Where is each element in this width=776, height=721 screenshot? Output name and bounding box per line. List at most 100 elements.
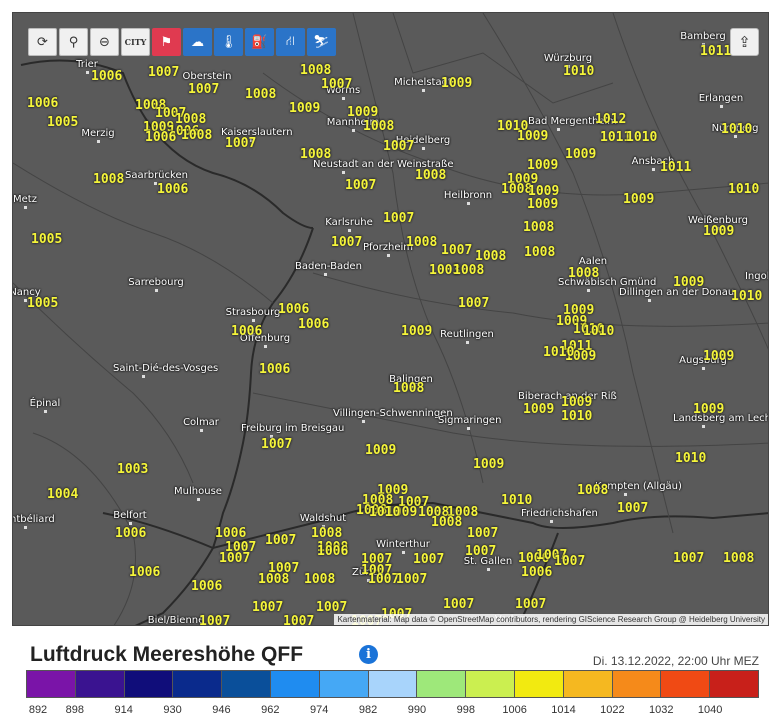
pressure-reading[interactable]: 1009 bbox=[523, 403, 554, 417]
pressure-reading[interactable]: 1009 bbox=[441, 77, 472, 91]
pressure-reading[interactable]: 1005 bbox=[47, 116, 78, 130]
pressure-reading[interactable]: 1008 bbox=[363, 120, 394, 134]
pressure-reading[interactable]: 1009 bbox=[673, 276, 704, 290]
pressure-reading[interactable]: 1008 bbox=[523, 221, 554, 235]
pressure-reading[interactable]: 1008 bbox=[568, 267, 599, 281]
pressure-reading[interactable]: 1010 bbox=[675, 452, 706, 466]
pressure-reading[interactable]: 1007 bbox=[219, 552, 250, 566]
pressure-reading[interactable]: 1008 bbox=[304, 573, 335, 587]
pressure-reading[interactable]: 1007 bbox=[316, 601, 347, 615]
pressure-reading[interactable]: 1010 bbox=[501, 494, 532, 508]
pressure-reading[interactable]: 1006 bbox=[129, 566, 160, 580]
pressure-reading[interactable]: 1010 bbox=[731, 290, 762, 304]
pressure-reading[interactable]: 1010 bbox=[721, 123, 752, 137]
zoom-out-button[interactable]: ⊖ bbox=[90, 28, 119, 56]
pressure-reading[interactable]: 1007 bbox=[345, 179, 376, 193]
pressure-reading[interactable]: 1007 bbox=[331, 236, 362, 250]
pressure-reading[interactable]: 1010 bbox=[543, 346, 574, 360]
pressure-reading[interactable]: 1006 bbox=[278, 303, 309, 317]
pressure-reading[interactable]: 1006 bbox=[157, 183, 188, 197]
pressure-reading[interactable]: 1007 bbox=[252, 601, 283, 615]
pressure-reading[interactable]: 1009 bbox=[365, 444, 396, 458]
pressure-reading[interactable]: 1007 bbox=[148, 66, 179, 80]
refresh-button[interactable]: ⟳ bbox=[28, 28, 57, 56]
map-attribution[interactable]: Kartenmaterial: Map data © OpenStreetMap… bbox=[334, 614, 768, 625]
pressure-reading[interactable]: 1004 bbox=[47, 488, 78, 502]
pressure-reading[interactable]: 1010 bbox=[626, 131, 657, 145]
pressure-reading[interactable]: 1006 bbox=[115, 527, 146, 541]
pressure-reading[interactable]: 1008 bbox=[453, 264, 484, 278]
pressure-reading[interactable]: 1009 bbox=[289, 102, 320, 116]
pressure-reading[interactable]: 1008 bbox=[524, 246, 555, 260]
pressure-reading[interactable]: 1007 bbox=[321, 78, 352, 92]
pressure-reading[interactable]: 1007 bbox=[396, 573, 427, 587]
pressure-reading[interactable]: 1009 bbox=[517, 130, 548, 144]
pressure-reading[interactable]: 1009 bbox=[703, 350, 734, 364]
location-pin-button[interactable]: ⚲ bbox=[59, 28, 88, 56]
pressure-reading[interactable]: 1008 bbox=[300, 148, 331, 162]
pressure-reading[interactable]: 1008 bbox=[93, 173, 124, 187]
pressure-reading[interactable]: 1011 bbox=[700, 45, 731, 59]
pressure-reading[interactable]: 1007 bbox=[261, 438, 292, 452]
pressure-reading[interactable]: 1008 bbox=[181, 129, 212, 143]
pressure-reading[interactable]: 1006 bbox=[259, 363, 290, 377]
pressure-reading[interactable]: 1006 bbox=[145, 131, 176, 145]
pressure-reading[interactable]: 1006 bbox=[317, 545, 348, 559]
pressure-reading[interactable]: 1007 bbox=[225, 137, 256, 151]
pressure-reading[interactable]: 1005 bbox=[31, 233, 62, 247]
city-toggle-button[interactable]: CITY bbox=[121, 28, 150, 56]
pressure-reading[interactable]: 1007 bbox=[441, 244, 472, 258]
pressure-reading[interactable]: 1010 bbox=[583, 325, 614, 339]
pressure-reading[interactable]: 1008 bbox=[431, 516, 462, 530]
info-icon[interactable]: i bbox=[359, 645, 378, 664]
pressure-reading[interactable]: 1007 bbox=[368, 573, 399, 587]
pressure-reading[interactable]: 1008 bbox=[300, 64, 331, 78]
pressure-reading[interactable]: 1007 bbox=[467, 527, 498, 541]
pressure-reading[interactable]: 1007 bbox=[383, 140, 414, 154]
pressure-reading[interactable]: 1009 bbox=[347, 106, 378, 120]
station-layer-button[interactable]: ⚑ bbox=[152, 28, 181, 56]
pressure-reading[interactable]: 1009 bbox=[527, 198, 558, 212]
pressure-reading[interactable]: 1011 bbox=[660, 161, 691, 175]
pressure-reading[interactable]: 1009 bbox=[401, 325, 432, 339]
pressure-map[interactable]: Trier Oberstein Worms Michelstadt Würzburg Ba… bbox=[12, 12, 769, 626]
pressure-reading[interactable]: 1006 bbox=[521, 566, 552, 580]
pressure-reading[interactable]: 1009 bbox=[623, 193, 654, 207]
pressure-reading[interactable]: 1008 bbox=[475, 250, 506, 264]
pressure-reading[interactable]: 1010 bbox=[369, 506, 400, 520]
pressure-reading[interactable]: 1007 bbox=[617, 502, 648, 516]
fuel-layer-button[interactable]: ⛽ bbox=[245, 28, 274, 56]
pressure-reading[interactable]: 1006 bbox=[91, 70, 122, 84]
pressure-reading[interactable]: 1008 bbox=[393, 382, 424, 396]
share-button[interactable]: ⇪ bbox=[730, 28, 759, 56]
pressure-reading[interactable]: 1006 bbox=[231, 325, 262, 339]
pressure-reading[interactable]: 1012 bbox=[595, 113, 626, 127]
pressure-reading[interactable]: 1007 bbox=[383, 212, 414, 226]
pressure-reading[interactable]: 1006 bbox=[298, 318, 329, 332]
pressure-reading[interactable]: 1010 bbox=[563, 65, 594, 79]
pressure-reading[interactable]: 1007 bbox=[283, 615, 314, 626]
pressure-reading[interactable]: 1009 bbox=[561, 396, 592, 410]
pressure-reading[interactable]: 1007 bbox=[188, 83, 219, 97]
pressure-reading[interactable]: 1006 bbox=[215, 527, 246, 541]
pressure-reading[interactable]: 1009 bbox=[527, 159, 558, 173]
pressure-reading[interactable]: 1010 bbox=[728, 183, 759, 197]
temperature-layer-button[interactable]: 🌡 bbox=[214, 28, 243, 56]
pressure-reading[interactable]: 1009 bbox=[693, 403, 724, 417]
ski-layer-button[interactable]: ⛷ bbox=[307, 28, 336, 56]
pressure-reading[interactable]: 1008 bbox=[406, 236, 437, 250]
pressure-reading[interactable]: 1007 bbox=[515, 598, 546, 612]
pressure-reading[interactable]: 1008 bbox=[415, 169, 446, 183]
pressure-reading[interactable]: 1008 bbox=[311, 527, 342, 541]
pressure-reading[interactable]: 1007 bbox=[554, 555, 585, 569]
pressure-reading[interactable]: 1007 bbox=[199, 615, 230, 626]
pressure-reading[interactable]: 1008 bbox=[723, 552, 754, 566]
pressure-reading[interactable]: 1006 bbox=[191, 580, 222, 594]
pressure-reading[interactable]: 1007 bbox=[413, 553, 444, 567]
pressure-reading[interactable]: 1009 bbox=[703, 225, 734, 239]
motorway-layer-button[interactable]: ⛙ bbox=[276, 28, 305, 56]
pressure-reading[interactable]: 1008 bbox=[577, 484, 608, 498]
pressure-reading[interactable]: 1007 bbox=[458, 297, 489, 311]
pressure-reading[interactable]: 1008 bbox=[245, 88, 276, 102]
pressure-reading[interactable]: 1009 bbox=[473, 458, 504, 472]
